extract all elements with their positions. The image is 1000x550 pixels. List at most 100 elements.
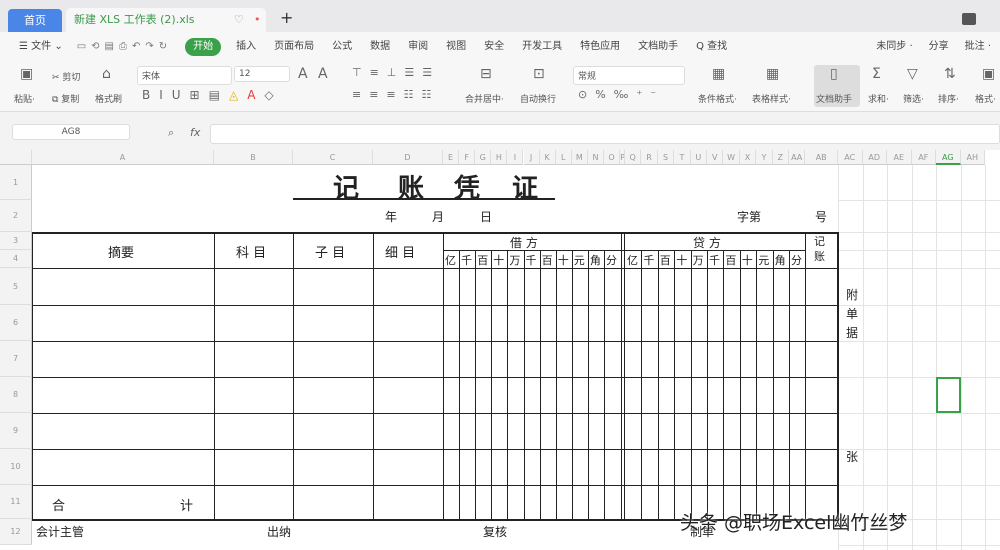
heart-icon[interactable]: ♡	[234, 8, 244, 32]
column-header-AD[interactable]: AD	[862, 150, 887, 165]
column-header-O[interactable]: O	[604, 150, 621, 165]
paste-icon[interactable]: ▣	[20, 66, 33, 82]
row-header-11[interactable]: 11	[0, 485, 32, 519]
sum-icon[interactable]: Σ	[872, 66, 881, 82]
number-format-icons[interactable]: ⊙%‰⁺⁻	[578, 88, 664, 101]
table-style-button[interactable]: 表格样式·	[752, 92, 791, 105]
row-header-10[interactable]: 10	[0, 449, 32, 485]
column-header-D[interactable]: D	[373, 150, 443, 165]
column-header-AC[interactable]: AC	[838, 150, 863, 165]
new-tab-button[interactable]: +	[280, 8, 293, 27]
column-header-AG[interactable]: AG	[936, 150, 961, 165]
row-header-7[interactable]: 7	[0, 341, 32, 377]
menu-tab-9[interactable]: 特色应用	[577, 39, 624, 55]
conditional-format-button[interactable]: 条件格式·	[698, 92, 737, 105]
column-header-Y[interactable]: Y	[756, 150, 773, 165]
menu-tab-1[interactable]: 插入	[233, 39, 260, 55]
font-style-icons[interactable]: BIU⊞▤◬A◇	[142, 88, 283, 102]
increase-font-icon[interactable]: A	[298, 66, 308, 82]
column-header-R[interactable]: R	[641, 150, 658, 165]
format-painter-icon[interactable]: ⌂	[102, 66, 111, 82]
column-header-L[interactable]: L	[555, 150, 572, 165]
comment-button[interactable]: 批注 ·	[961, 39, 994, 55]
column-header-H[interactable]: H	[491, 150, 508, 165]
column-header-K[interactable]: K	[539, 150, 556, 165]
format-painter-button[interactable]: 格式刷	[95, 92, 122, 105]
quick-access-icons[interactable]: ▭⟲▤⎙↶↷↻	[73, 39, 176, 55]
filter-button[interactable]: 筛选·	[903, 92, 924, 105]
column-header-E[interactable]: E	[443, 150, 460, 165]
column-header-J[interactable]: J	[523, 150, 540, 165]
column-header-N[interactable]: N	[587, 150, 604, 165]
wrap-text-button[interactable]: 自动换行	[520, 92, 556, 105]
halign-icons[interactable]: ≡≡≡☷☷	[352, 88, 439, 101]
fx-icon[interactable]: fx	[190, 126, 200, 139]
share-button[interactable]: 分享	[925, 39, 952, 55]
select-all-corner[interactable]	[0, 150, 32, 165]
column-header-T[interactable]: T	[674, 150, 691, 165]
align-icons[interactable]: ⊤≡⊥☰☰	[352, 66, 440, 79]
menu-tab-11[interactable]: Q 查找	[693, 39, 731, 55]
menu-tab-6[interactable]: 视图	[443, 39, 470, 55]
selected-cell[interactable]	[936, 377, 961, 413]
formula-input[interactable]	[210, 124, 1000, 144]
file-menu[interactable]: ☰ 文件 ⌄	[16, 39, 66, 55]
column-header-F[interactable]: F	[459, 150, 476, 165]
column-header-X[interactable]: X	[739, 150, 757, 165]
column-header-U[interactable]: U	[690, 150, 707, 165]
sort-icon[interactable]: ⇅	[944, 66, 956, 82]
row-header-8[interactable]: 8	[0, 377, 32, 413]
menu-tab-5[interactable]: 审阅	[405, 39, 432, 55]
tab-home[interactable]: 首页	[8, 9, 62, 32]
column-header-S[interactable]: S	[657, 150, 675, 165]
row-header-1[interactable]: 1	[0, 165, 32, 200]
row-header-5[interactable]: 5	[0, 268, 32, 305]
font-size-select[interactable]: 12	[234, 66, 290, 82]
column-header-AA[interactable]: AA	[789, 150, 806, 165]
number-format-select[interactable]: 常规	[573, 66, 685, 85]
menu-tab-3[interactable]: 公式	[329, 39, 356, 55]
column-header-AE[interactable]: AE	[887, 150, 912, 165]
font-name-select[interactable]: 宋体	[137, 66, 232, 85]
merge-icon[interactable]: ⊟	[480, 66, 492, 82]
spreadsheet-grid[interactable]: A B C D E F G H I J K L M N O P Q R S T U V W X Y Z AA AB AC AD AE AF AG…	[0, 150, 1000, 550]
column-header-AB[interactable]: AB	[805, 150, 838, 165]
decrease-font-icon[interactable]: A	[318, 66, 328, 82]
column-header-Q[interactable]: Q	[625, 150, 642, 165]
column-header-Z[interactable]: Z	[772, 150, 789, 165]
row-header-3[interactable]: 3	[0, 232, 32, 250]
table-style-icon[interactable]: ▦	[766, 66, 779, 82]
font-color-icon[interactable]: A	[247, 88, 264, 102]
menu-tab-8[interactable]: 开发工具	[519, 39, 566, 55]
name-box[interactable]: AG8	[12, 124, 130, 140]
menu-tab-2[interactable]: 页面布局	[271, 39, 318, 55]
filter-icon[interactable]: ▽	[907, 66, 918, 82]
row-header-12[interactable]: 12	[0, 519, 32, 545]
column-header-I[interactable]: I	[507, 150, 524, 165]
format-icon[interactable]: ▣	[982, 66, 995, 82]
row-header-9[interactable]: 9	[0, 413, 32, 449]
wrap-icon[interactable]: ⊡	[533, 66, 545, 82]
sync-status[interactable]: 未同步 ·	[873, 39, 916, 55]
window-icon[interactable]	[962, 13, 976, 25]
column-header-A[interactable]: A	[32, 150, 214, 165]
fill-color-icon[interactable]: ◬	[229, 88, 247, 102]
column-header-AF[interactable]: AF	[911, 150, 936, 165]
conditional-format-icon[interactable]: ▦	[712, 66, 725, 82]
column-header-AH[interactable]: AH	[960, 150, 985, 165]
sum-button[interactable]: 求和·	[868, 92, 889, 105]
copy-button[interactable]: ⧉ 复制	[52, 92, 79, 105]
column-header-C[interactable]: C	[293, 150, 373, 165]
row-header-2[interactable]: 2	[0, 200, 32, 232]
column-header-G[interactable]: G	[475, 150, 492, 165]
menu-tab-4[interactable]: 数据	[367, 39, 394, 55]
zoom-formula-icon[interactable]: ⌕	[168, 126, 174, 140]
close-icon[interactable]: •	[254, 8, 261, 32]
doc-helper-button[interactable]: ▯ 文档助手	[814, 65, 860, 107]
tab-document[interactable]: 新建 XLS 工作表 (2).xls ♡ •	[66, 8, 266, 32]
cut-button[interactable]: ✂ 剪切	[52, 70, 80, 83]
menu-tab-7[interactable]: 安全	[481, 39, 508, 55]
sort-button[interactable]: 排序·	[938, 92, 959, 105]
column-header-W[interactable]: W	[723, 150, 740, 165]
menu-tab-0[interactable]: 开始	[185, 38, 222, 56]
